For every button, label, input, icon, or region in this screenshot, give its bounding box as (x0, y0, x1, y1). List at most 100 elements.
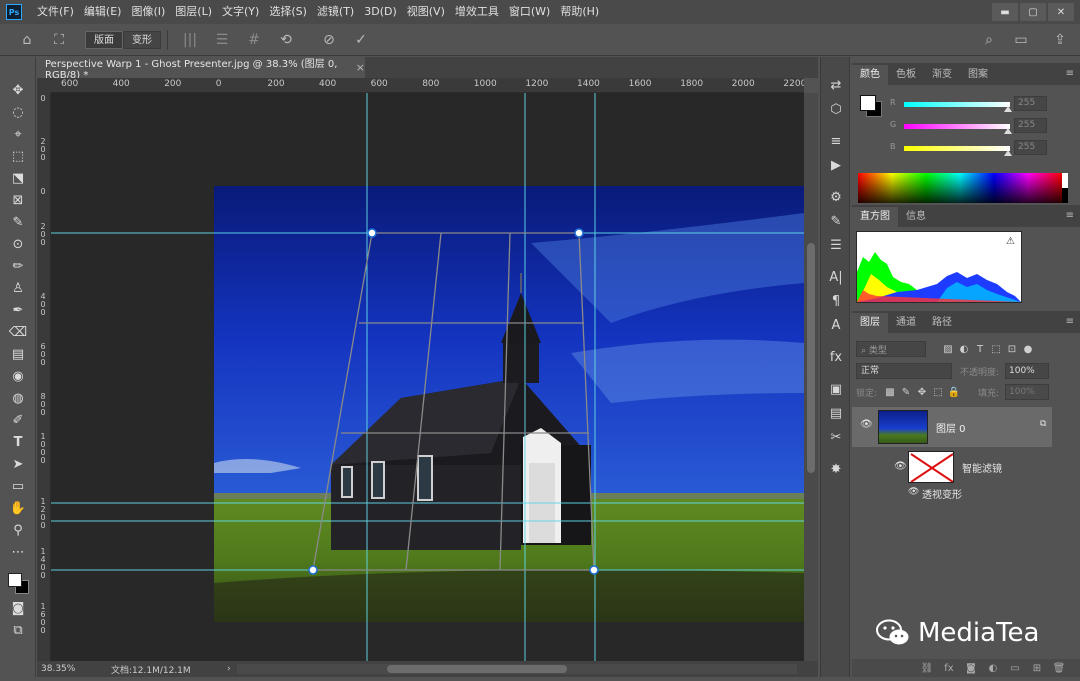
lock-transparent-icon[interactable]: ▩ (882, 384, 898, 400)
link-layers-icon[interactable]: ⛓ (916, 660, 938, 676)
cancel-icon[interactable]: ⊘ (316, 29, 342, 51)
new-group-icon[interactable]: ▭ (1004, 660, 1026, 676)
more-tools-icon[interactable]: ⋯ (0, 541, 36, 563)
blue-value[interactable]: 255 (1014, 140, 1047, 155)
lock-artboard-icon[interactable]: ⬚ (930, 384, 946, 400)
menu-3d[interactable]: 3D(D) (359, 0, 402, 24)
warning-icon[interactable]: ⚠ (1006, 236, 1015, 247)
share-icon[interactable]: ⇪ (1047, 29, 1073, 51)
tab-layers[interactable]: 图层 (852, 313, 888, 333)
vertical-scrollbar[interactable] (804, 93, 818, 661)
gradient-tool-icon[interactable]: ▤ (0, 343, 36, 365)
pen-tool-icon[interactable]: ✐ (0, 409, 36, 431)
perspective-warp-tool-icon[interactable]: ⛶ (46, 29, 72, 51)
status-menu-arrow[interactable]: › (227, 664, 231, 674)
red-slider[interactable]: R 255 (890, 96, 1075, 112)
tab-swatches[interactable]: 色板 (888, 65, 924, 85)
stamp-tool-icon[interactable]: ♙ (0, 277, 36, 299)
panel-menu-icon[interactable]: ≡ (1066, 210, 1074, 221)
zoom-level[interactable]: 38.35% (37, 664, 97, 674)
healing-tool-icon[interactable]: ⊙ (0, 233, 36, 255)
sparkle-icon[interactable]: ✸ (821, 457, 851, 481)
red-track[interactable] (904, 102, 1010, 107)
menu-image[interactable]: 图像(I) (126, 0, 170, 24)
tab-channels[interactable]: 通道 (888, 313, 924, 333)
tab-gradients[interactable]: 渐变 (924, 65, 960, 85)
blue-track[interactable] (904, 146, 1010, 151)
color-spectrum[interactable] (858, 173, 1068, 203)
filter-name[interactable]: 透视变形 (922, 486, 962, 501)
filter-mask-thumbnail[interactable] (908, 451, 954, 483)
fill-field[interactable]: 100% (1005, 384, 1049, 400)
reset-icon[interactable]: ⟲ (273, 29, 299, 51)
paragraph-icon[interactable]: ¶ (821, 289, 851, 313)
lock-position-icon[interactable]: ✥ (914, 384, 930, 400)
tool-presets-icon[interactable]: ✂ (821, 425, 851, 449)
green-slider[interactable]: G 255 (890, 118, 1075, 134)
commit-icon[interactable]: ✓ (348, 29, 374, 51)
tab-paths[interactable]: 路径 (924, 313, 960, 333)
layer-kind-filter[interactable]: ⌕ 类型 (856, 341, 926, 357)
glyphs-icon[interactable]: A (821, 313, 851, 337)
type-filter-icon[interactable]: T (972, 341, 988, 357)
layout-mode-button[interactable]: 版面 (85, 30, 123, 49)
blur-tool-icon[interactable]: ◉ (0, 365, 36, 387)
quick-mask-icon[interactable]: ◙ (0, 597, 36, 619)
eraser-tool-icon[interactable]: ⌫ (0, 321, 36, 343)
horizontal-scrollbar[interactable] (237, 664, 797, 674)
tab-info[interactable]: 信息 (898, 207, 934, 227)
3d-icon[interactable]: ⬡ (821, 97, 851, 121)
pixel-filter-icon[interactable]: ▨ (940, 341, 956, 357)
foreground-color[interactable] (860, 95, 876, 111)
straighten-both-icon[interactable]: # (241, 29, 267, 51)
history-brush-tool-icon[interactable]: ✒ (0, 299, 36, 321)
green-knob[interactable] (1004, 128, 1012, 134)
actions-icon[interactable]: ▶ (821, 153, 851, 177)
ruler-origin[interactable] (37, 78, 51, 93)
home-icon[interactable]: ⌂ (14, 29, 40, 51)
blue-slider[interactable]: B 255 (890, 140, 1075, 156)
styles-icon[interactable]: fx (821, 345, 851, 369)
menu-file[interactable]: 文件(F) (32, 0, 79, 24)
visibility-eye-icon[interactable]: 👁 (894, 461, 907, 472)
visibility-eye-icon[interactable]: 👁 (908, 487, 919, 497)
black-white-ramp[interactable] (1062, 173, 1068, 203)
menu-select[interactable]: 选择(S) (264, 0, 312, 24)
tab-patterns[interactable]: 图案 (960, 65, 996, 85)
adjustment-layer-icon[interactable]: ◐ (982, 660, 1004, 676)
vertical-ruler[interactable]: 0 200 0 200 400 600 800 1000 1200 1400 1600 (37, 93, 51, 661)
history-icon[interactable]: ⇄ (821, 73, 851, 97)
blue-knob[interactable] (1004, 150, 1012, 156)
warp-mode-button[interactable]: 变形 (123, 30, 161, 49)
character-icon[interactable]: A| (821, 265, 851, 289)
minimize-button[interactable]: ▬ (992, 3, 1018, 21)
filter-row[interactable]: 👁 透视变形 (852, 485, 1052, 501)
rectangle-tool-icon[interactable]: ▭ (0, 475, 36, 497)
close-button[interactable]: ✕ (1048, 3, 1074, 21)
straighten-vertical-icon[interactable]: ||| (177, 29, 203, 51)
notes-icon[interactable]: ▤ (821, 401, 851, 425)
layer-style-icon[interactable]: fx (938, 660, 960, 676)
panel-menu-icon[interactable]: ≡ (1066, 316, 1074, 327)
brushes-icon[interactable]: ☰ (821, 233, 851, 257)
green-track[interactable] (904, 124, 1010, 129)
scroll-thumb[interactable] (387, 665, 567, 673)
path-select-tool-icon[interactable]: ➤ (0, 453, 36, 475)
add-mask-icon[interactable]: ◙ (960, 660, 982, 676)
crop-tool-icon[interactable]: ⬔ (0, 167, 36, 189)
panel-menu-icon[interactable]: ≡ (1066, 68, 1074, 79)
search-icon[interactable]: ⌕ (976, 29, 1002, 51)
libraries-icon[interactable]: ▣ (821, 377, 851, 401)
smart-object-filter-icon[interactable]: ⊡ (1004, 341, 1020, 357)
brush-tool-icon[interactable]: ✏ (0, 255, 36, 277)
horizontal-ruler[interactable]: 600 400 200 0 200 400 600 800 1000 1200 1400 1600 18… (51, 78, 804, 93)
new-layer-icon[interactable]: ⊞ (1026, 660, 1048, 676)
adjustment-filter-icon[interactable]: ◐ (956, 341, 972, 357)
frame-tool-icon[interactable]: ⊠ (0, 189, 36, 211)
close-tab-icon[interactable]: × (356, 61, 365, 74)
menu-filter[interactable]: 滤镜(T) (312, 0, 359, 24)
menu-plugins[interactable]: 增效工具 (450, 0, 504, 24)
object-select-tool-icon[interactable]: ⬚ (0, 145, 36, 167)
shape-filter-icon[interactable]: ⬚ (988, 341, 1004, 357)
hand-tool-icon[interactable]: ✋ (0, 497, 36, 519)
